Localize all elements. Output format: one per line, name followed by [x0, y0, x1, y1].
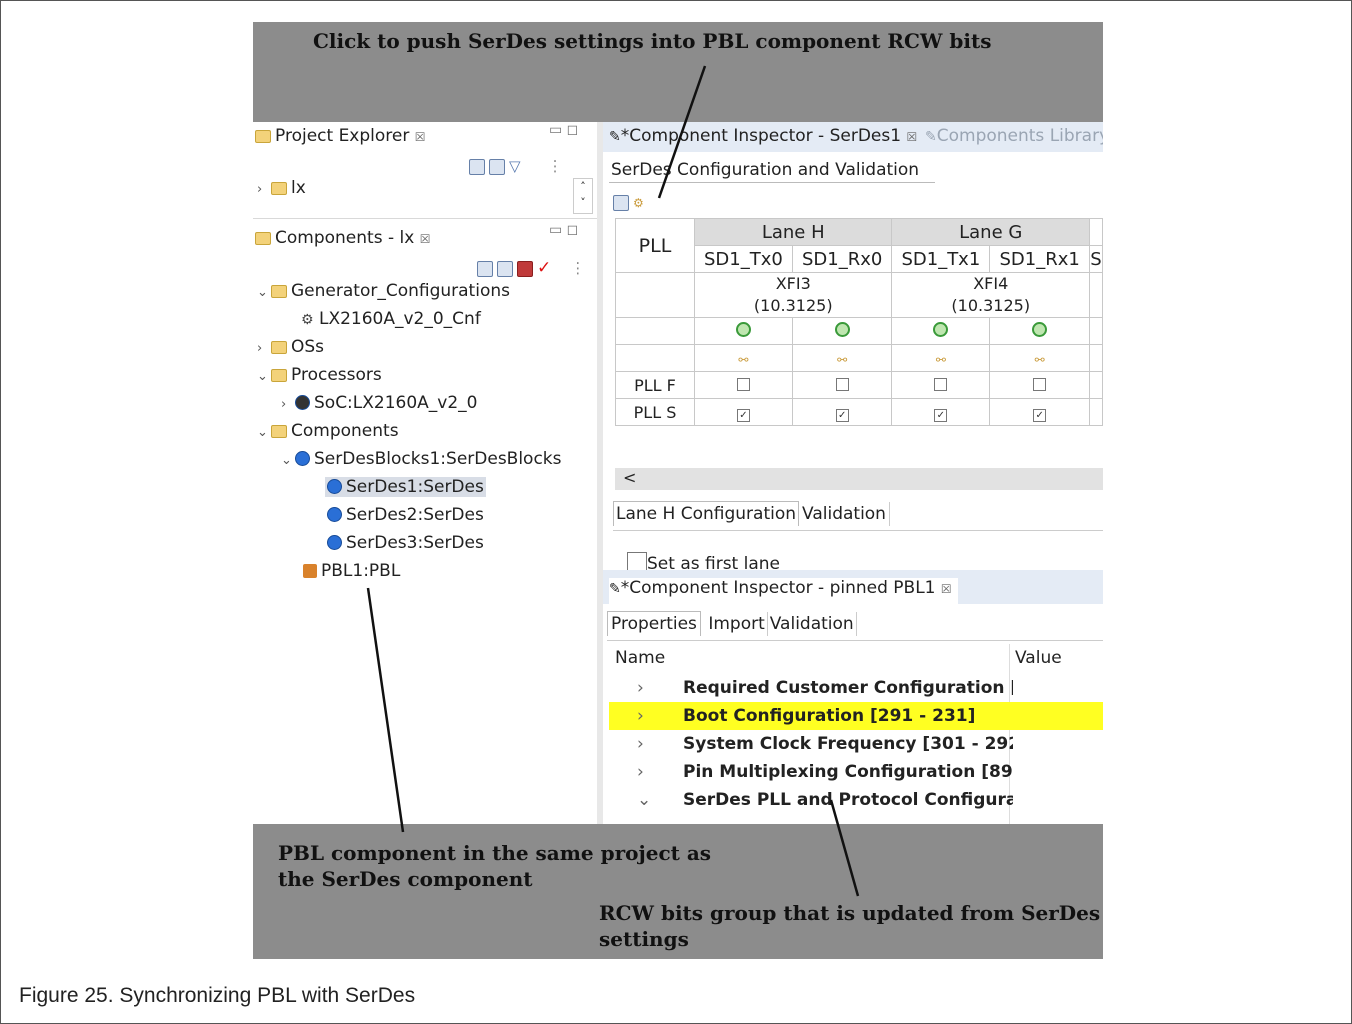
- figure-caption: Figure 25. Synchronizing PBL with SerDes: [19, 984, 416, 1007]
- pointer-lines: [366, 65, 860, 897]
- pbl-pointer-line: [366, 587, 405, 833]
- rcw-pointer-line: [829, 799, 860, 897]
- top-pointer-line: [657, 65, 707, 199]
- screenshot: Click to push SerDes settings into PBL c…: [253, 22, 1103, 959]
